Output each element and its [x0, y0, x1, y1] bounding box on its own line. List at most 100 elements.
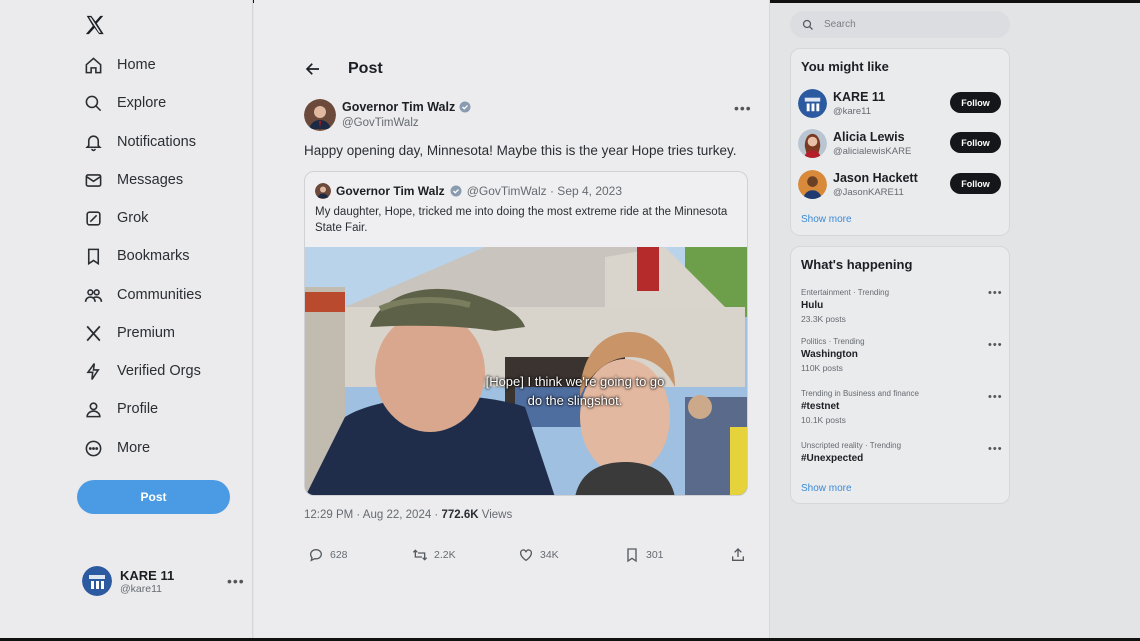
author-name[interactable]: Governor Tim Walz	[342, 100, 471, 114]
post-actions: 628 2.2K 34K 301	[308, 547, 748, 565]
x-logo-icon[interactable]	[84, 14, 106, 36]
follow-button[interactable]: Follow	[950, 173, 1001, 194]
nav-item-label: Verified Orgs	[117, 363, 201, 379]
suggestion-name: Alicia Lewis	[833, 130, 905, 144]
nav-item-label: Notifications	[117, 134, 196, 150]
verified-badge-icon	[450, 185, 462, 197]
show-more-link[interactable]: Show more	[801, 214, 852, 225]
views-count: 772.6K	[441, 509, 479, 521]
share-button[interactable]	[730, 547, 746, 563]
more-icon[interactable]: •••	[734, 100, 752, 116]
nav-item-grok[interactable]: Grok	[84, 204, 148, 232]
grok-icon	[86, 210, 101, 226]
nav-item-label: Grok	[117, 210, 149, 226]
post-button[interactable]: Post	[77, 480, 230, 514]
more-icon[interactable]: •••	[988, 287, 1003, 299]
quote-author-name: Governor Tim Walz	[336, 184, 445, 198]
show-more-link[interactable]: Show more	[801, 483, 852, 494]
nav-item-bookmarks[interactable]: Bookmarks	[84, 242, 190, 270]
trend-item[interactable]: Unscripted reality · Trending #Unexpecte…	[801, 441, 1001, 464]
x-logo-icon	[86, 325, 101, 341]
bookmark-icon	[87, 248, 100, 265]
bookmark-button[interactable]: 301	[624, 547, 664, 563]
nav-item-label: Explore	[117, 95, 167, 111]
panel-title: You might like	[801, 59, 889, 74]
account-switcher[interactable]: KARE 11 @kare11	[82, 565, 242, 597]
nav-item-premium[interactable]: Premium	[84, 319, 175, 347]
bell-icon	[85, 134, 102, 151]
home-icon	[85, 56, 102, 73]
suggestion-handle: @kare11	[833, 106, 871, 117]
post-text: Happy opening day, Minnesota! Maybe this…	[304, 143, 737, 158]
search-box[interactable]	[790, 11, 1010, 38]
nav-item-verified-orgs[interactable]: Verified Orgs	[84, 357, 201, 385]
suggestion-alicia-lewis[interactable]: Alicia Lewis @alicialewisKARE Follow	[798, 127, 1003, 159]
trend-item[interactable]: Entertainment · Trending Hulu 23.3K post…	[801, 288, 1001, 324]
nav-item-label: Communities	[117, 287, 202, 303]
nav-item-communities[interactable]: Communities	[84, 281, 202, 309]
search-input[interactable]	[824, 19, 984, 30]
page-title: Post	[348, 60, 383, 77]
share-icon	[732, 548, 744, 561]
repost-icon	[412, 549, 428, 561]
left-nav: Home Explore Notifications Messages Grok…	[0, 0, 253, 641]
suggestion-kare11[interactable]: KARE 11 @kare11 Follow	[798, 87, 1003, 119]
suggestion-handle: @JasonKARE11	[833, 187, 904, 198]
suggestion-handle: @alicialewisKARE	[833, 146, 912, 157]
you-might-like-panel: You might like KARE 11 @kare11 Follow Al…	[790, 48, 1010, 236]
reply-icon	[310, 549, 323, 562]
author-avatar[interactable]	[304, 99, 336, 131]
search-icon	[802, 19, 813, 30]
nav-item-label: Bookmarks	[117, 248, 190, 264]
suggestion-name: Jason Hackett	[833, 171, 918, 185]
quote-author-avatar	[315, 183, 331, 199]
quote-text: My daughter, Hope, tricked me into doing…	[315, 206, 728, 234]
repost-button[interactable]: 2.2K	[412, 547, 456, 563]
kare11-avatar	[798, 89, 827, 118]
account-name: KARE 11	[120, 567, 175, 583]
quote-meta: @GovTimWalz · Sep 4, 2023	[466, 184, 623, 198]
main-column: Post Governor Tim Walz @GovTimWalz ••• H…	[254, 0, 770, 641]
more-icon[interactable]: •••	[988, 339, 1003, 351]
kare11-avatar	[82, 566, 112, 596]
nav-item-more[interactable]: More	[84, 434, 150, 462]
verified-badge-icon	[459, 101, 471, 113]
follow-button[interactable]: Follow	[950, 132, 1001, 153]
more-icon[interactable]: •••	[227, 573, 245, 589]
people-icon	[84, 288, 103, 302]
nav-item-label: More	[117, 440, 151, 456]
nav-item-explore[interactable]: Explore	[84, 89, 166, 117]
more-circle-icon	[85, 440, 102, 456]
nav-item-profile[interactable]: Profile	[84, 395, 158, 423]
jason-hackett-avatar	[798, 170, 827, 199]
more-icon[interactable]: •••	[988, 443, 1003, 455]
quoted-post[interactable]: Governor Tim Walz @GovTimWalz · Sep 4, 2…	[304, 171, 748, 496]
trend-item[interactable]: Politics · Trending Washington 110K post…	[801, 337, 1001, 373]
nav-item-label: Profile	[117, 401, 159, 417]
suggestion-jason-hackett[interactable]: Jason Hackett @JasonKARE11 Follow	[798, 168, 1003, 200]
nav-item-label: Home	[117, 57, 156, 73]
nav-item-home[interactable]: Home	[84, 51, 156, 79]
nav-item-label: Premium	[117, 325, 176, 341]
nav-item-messages[interactable]: Messages	[84, 166, 183, 194]
whats-happening-panel: What's happening Entertainment · Trendin…	[790, 246, 1010, 504]
alicia-lewis-avatar	[798, 129, 827, 158]
back-arrow-icon[interactable]	[304, 60, 322, 78]
heart-icon	[520, 549, 532, 562]
envelope-icon	[85, 173, 102, 187]
reply-button[interactable]: 628	[308, 547, 348, 563]
search-icon	[85, 95, 102, 111]
like-button[interactable]: 34K	[518, 547, 559, 563]
person-icon	[86, 401, 101, 417]
post-timestamp: 12:29 PM · Aug 22, 2024 · 772.6K Views	[304, 509, 513, 521]
nav-item-label: Messages	[117, 172, 184, 188]
lightning-icon	[86, 362, 100, 380]
panel-title: What's happening	[801, 257, 913, 272]
suggestion-name: KARE 11	[833, 90, 886, 104]
nav-item-notifications[interactable]: Notifications	[84, 128, 196, 156]
follow-button[interactable]: Follow	[950, 92, 1001, 113]
bookmark-icon	[627, 548, 637, 563]
trend-item[interactable]: Trending in Business and finance #testne…	[801, 389, 1001, 425]
more-icon[interactable]: •••	[988, 391, 1003, 403]
author-handle: @GovTimWalz	[342, 117, 419, 129]
